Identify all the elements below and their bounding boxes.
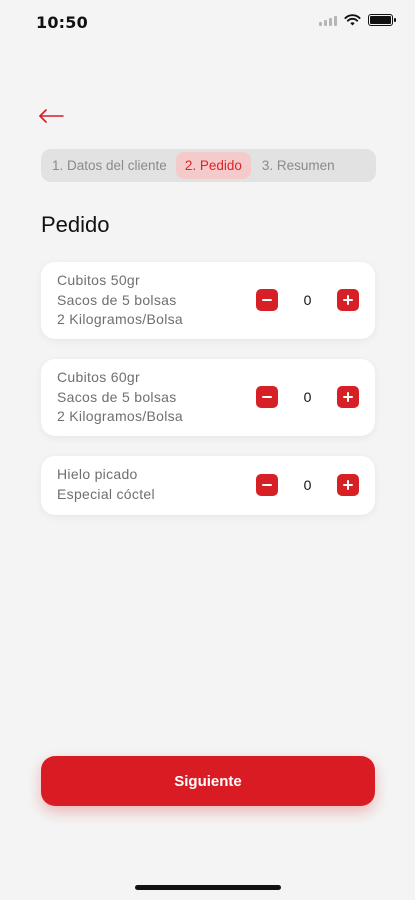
decrease-button[interactable] <box>256 289 278 311</box>
product-description-line: Especial cóctel <box>57 485 155 502</box>
quantity-value: 0 <box>303 292 312 308</box>
product-name: Hielo picado <box>57 466 138 482</box>
page-title: Pedido <box>41 212 110 237</box>
quantity-stepper: 0 <box>256 386 359 408</box>
battery-icon <box>368 14 396 26</box>
minus-icon <box>262 396 272 398</box>
product-card: Cubitos 50gr Sacos de 5 bolsas 2 Kilogra… <box>41 262 375 339</box>
product-packaging: Sacos de 5 bolsas <box>57 291 177 308</box>
decrease-button[interactable] <box>256 474 278 496</box>
decrease-button[interactable] <box>256 386 278 408</box>
minus-icon <box>262 299 272 301</box>
increase-button[interactable] <box>337 289 359 311</box>
product-card: Cubitos 60gr Sacos de 5 bolsas 2 Kilogra… <box>41 359 375 436</box>
wifi-icon <box>344 14 361 26</box>
product-weight: 2 Kilogramos/Bolsa <box>57 408 184 424</box>
cellular-signal-icon <box>319 14 337 26</box>
quantity-value: 0 <box>303 477 312 493</box>
step-resumen[interactable]: 3. Resumen <box>253 152 344 179</box>
step-datos-del-cliente[interactable]: 1. Datos del cliente <box>45 152 174 179</box>
order-stepper: 1. Datos del cliente 2. Pedido 3. Resume… <box>41 149 376 182</box>
product-name: Cubitos 60gr <box>57 369 140 385</box>
status-bar: 10:50 <box>0 0 415 46</box>
arrow-left-icon <box>39 109 64 123</box>
increase-button[interactable] <box>337 474 359 496</box>
product-description: Cubitos 60gr Sacos de 5 bolsas 2 Kilogra… <box>57 368 183 427</box>
minus-icon <box>262 484 272 486</box>
product-packaging: Sacos de 5 bolsas <box>57 388 177 405</box>
product-card: Hielo picado Especial cóctel 0 <box>41 456 375 515</box>
product-description: Cubitos 50gr Sacos de 5 bolsas 2 Kilogra… <box>57 271 183 330</box>
step-pedido[interactable]: 2. Pedido <box>175 152 251 179</box>
quantity-stepper: 0 <box>256 289 359 311</box>
home-indicator[interactable] <box>135 885 281 890</box>
back-button[interactable] <box>38 104 68 128</box>
product-name: Cubitos 50gr <box>57 272 140 288</box>
plus-icon <box>343 480 353 490</box>
plus-icon <box>343 295 353 305</box>
plus-icon <box>343 392 353 402</box>
quantity-value: 0 <box>303 389 312 405</box>
quantity-stepper: 0 <box>256 474 359 496</box>
next-button[interactable]: Siguiente <box>41 756 375 806</box>
product-weight: 2 Kilogramos/Bolsa <box>57 311 184 327</box>
product-description: Hielo picado Especial cóctel <box>57 465 155 504</box>
status-time: 10:50 <box>36 13 88 32</box>
increase-button[interactable] <box>337 386 359 408</box>
status-icons <box>319 14 396 26</box>
